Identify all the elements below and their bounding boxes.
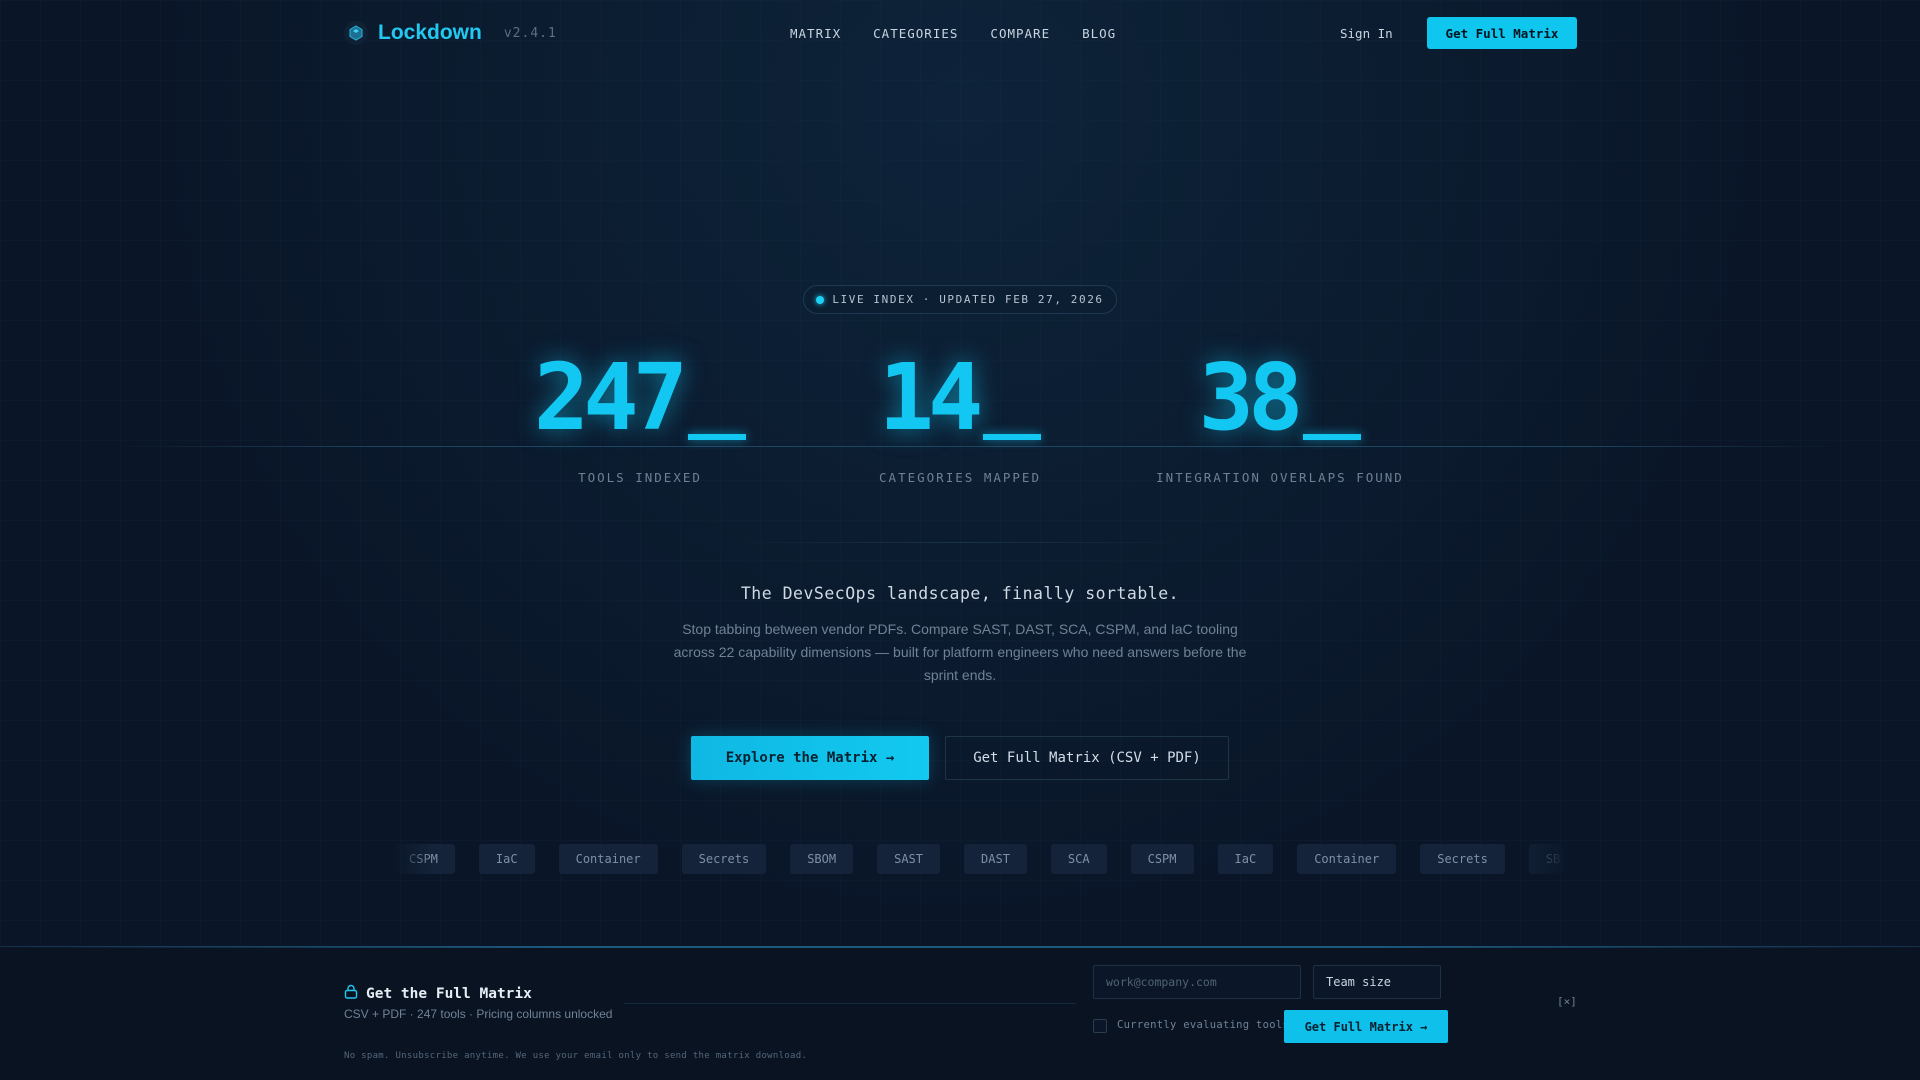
category-chip[interactable]: SB [1528,844,1568,874]
lock-icon [344,984,358,1003]
evaluating-tools-label[interactable]: Currently evaluating tools [1117,1019,1289,1031]
live-dot-icon [816,295,825,304]
stat-categories: 14 [870,352,1050,444]
nav-categories[interactable]: CATEGORIES [873,26,958,41]
evaluating-tools-checkbox[interactable] [1093,1019,1107,1033]
capture-title: Get the Full Matrix [366,985,532,1002]
category-chip[interactable]: IaC [1217,844,1274,874]
hexagon-shield-icon[interactable] [344,21,368,45]
stat-overlaps-value: 38 [1198,344,1304,451]
cursor-underscore [1303,434,1362,440]
capture-bar-glow [0,946,1920,948]
stats-divider-line [120,446,1840,447]
category-chip[interactable]: CSPM [392,844,455,874]
close-capture-button[interactable]: [×] [1557,995,1577,1008]
capture-subtitle: CSV + PDF · 247 tools · Pricing columns … [344,1007,613,1021]
capture-separator [624,1003,1076,1004]
category-chips-marquee: CSPM IaC Container Secrets SBOM SAST DAST SCA CS… [392,844,1568,876]
explore-matrix-button[interactable]: Explore the Matrix → [691,736,929,780]
stat-categories-label: CATEGORIES MAPPED [879,470,1041,485]
top-navbar: Lockdown v2.4.1 MATRIX CATEGORIES COMPAR… [344,14,1577,52]
background-grid [0,0,1920,1080]
capture-title-row: Get the Full Matrix [344,984,532,1003]
email-capture-bar [0,946,1920,1080]
category-chip[interactable]: Secrets [681,844,767,874]
category-chip[interactable]: DAST [964,844,1027,874]
live-index-text: LIVE INDEX · UPDATED FEB 27, 2026 [832,293,1104,306]
hero-description: Stop tabbing between vendor PDFs. Compar… [673,621,1247,683]
category-chip[interactable]: Secrets [1420,844,1505,874]
stat-categories-value: 14 [878,344,984,451]
email-input[interactable] [1093,965,1301,999]
category-chip[interactable]: SAST [877,844,941,874]
stat-tools: 247 [528,352,752,444]
cursor-underscore [983,434,1042,440]
hero-tagline: The DevSecOps landscape, finally sortabl… [740,584,1180,603]
main-nav: MATRIX CATEGORIES COMPARE BLOG [790,14,1116,52]
capture-get-full-matrix-button[interactable]: Get Full Matrix → [1284,1010,1448,1043]
team-size-value: Team size [1326,975,1392,989]
team-size-select[interactable]: Team size [1313,965,1441,999]
category-chip[interactable]: SBOM [790,844,854,874]
stat-tools-label: TOOLS INDEXED [578,470,702,485]
header-get-full-matrix-button[interactable]: Get Full Matrix [1427,17,1577,49]
stat-overlaps-label: INTEGRATION OVERLAPS FOUND [1156,470,1404,485]
category-chip[interactable]: Container [558,844,658,874]
capture-privacy-note: No spam. Unsubscribe anytime. We use you… [344,1051,808,1061]
get-full-matrix-csv-pdf-button[interactable]: Get Full Matrix (CSV + PDF) [945,736,1229,780]
category-chip[interactable]: Container [1297,844,1397,874]
nav-compare[interactable]: COMPARE [990,26,1050,41]
brand-name[interactable]: Lockdown [378,21,482,45]
sign-in-link[interactable]: Sign In [1340,26,1393,41]
category-chip[interactable]: SCA [1050,844,1107,874]
stat-tools-value: 247 [533,344,688,451]
category-chips: CSPM IaC Container Secrets SBOM SAST DAST SCA CS… [392,844,1568,874]
nav-blog[interactable]: BLOG [1082,26,1116,41]
section-divider [724,542,1196,543]
stat-overlaps: 38 [1190,352,1370,444]
category-chip[interactable]: IaC [478,844,535,874]
cursor-underscore [688,434,747,440]
nav-matrix[interactable]: MATRIX [790,26,841,41]
version-label: v2.4.1 [503,25,557,41]
background-glow [0,0,1920,1080]
category-chip[interactable]: CSPM [1130,844,1194,874]
live-index-badge: LIVE INDEX · UPDATED FEB 27, 2026 [803,285,1117,314]
